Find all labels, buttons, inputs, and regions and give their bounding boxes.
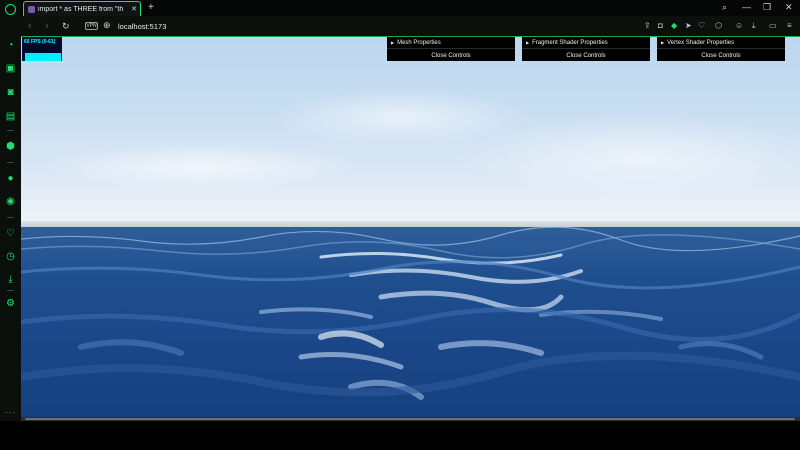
minimize-icon[interactable]: — [742, 2, 751, 12]
camera-icon[interactable]: ◘ [658, 21, 663, 30]
sidebar: ◔ ▣ ◙ ▤ ⬢ ● ◉ ♡ ◷ ⤓ ⚙ [0, 0, 21, 421]
gui-folder-mesh[interactable]: ▶ Mesh Properties [387, 37, 515, 49]
reload-icon[interactable]: ↻ [62, 21, 70, 32]
caret-right-icon: ▶ [526, 40, 530, 45]
back-icon[interactable]: ‹ [28, 20, 32, 32]
send-icon[interactable]: ➤ [685, 21, 692, 30]
ocean-surface [21, 227, 800, 421]
browser-window: ◔ ▣ ◙ ▤ ⬢ ● ◉ ♡ ◷ ⤓ ⚙ ··· import * as TH… [0, 0, 800, 450]
close-controls-button[interactable]: Close Controls [657, 50, 785, 61]
gui-panel-vertex-shader: ▶ Vertex Shader Properties Close Controls [657, 37, 785, 61]
history-icon[interactable]: ◷ [4, 250, 17, 263]
tab-close-icon[interactable]: ✕ [131, 5, 137, 13]
close-controls-button[interactable]: Close Controls [522, 50, 650, 61]
fps-label: 60 FPS (0-61) [24, 39, 56, 45]
bottom-band [0, 421, 800, 450]
site-info-icon[interactable]: ⊕ [103, 20, 111, 31]
active-tab[interactable]: import * as THREE from "th ✕ [23, 1, 141, 16]
heart-outline-icon[interactable]: ♡ [698, 21, 705, 30]
webgl-canvas[interactable]: 60 FPS (0-61) ▶ Mesh Properties Close Con… [21, 37, 800, 421]
tab-strip: import * as THREE from "th ✕ + ⌕ — ❐ ✕ [21, 0, 800, 16]
close-window-icon[interactable]: ✕ [785, 2, 793, 13]
discord-icon[interactable]: ◉ [4, 195, 17, 208]
gui-folder-title: Fragment Shader Properties [532, 39, 608, 46]
gui-folder-vertex-shader[interactable]: ▶ Vertex Shader Properties [657, 37, 785, 49]
easy-setup-icon[interactable]: ≡ [787, 21, 792, 30]
address-bar-row: ‹ › ↻ VPN ⊕ localhost:5173 ⇪ ◘ ◆ ➤ ♡ ⬡ ☺… [21, 16, 800, 37]
player-icon[interactable]: ▤ [4, 110, 17, 123]
vpn-badge[interactable]: VPN [85, 22, 98, 30]
more-icon[interactable]: ··· [5, 408, 16, 417]
url-field[interactable]: localhost:5173 [118, 22, 166, 31]
settings-icon[interactable]: ⚙ [4, 297, 17, 310]
opera-gx-logo-icon[interactable] [5, 4, 16, 15]
search-tabs-icon[interactable]: ⌕ [722, 2, 727, 13]
tab-favicon-icon [28, 5, 35, 13]
fps-stats-panel[interactable]: 60 FPS (0-61) [22, 37, 62, 61]
scrollbar-thumb[interactable] [25, 418, 795, 420]
sidebar-divider [7, 217, 14, 218]
sidebar-divider [7, 162, 14, 163]
downloads-icon[interactable]: ⤓ [752, 21, 756, 31]
twitch-icon[interactable]: ◙ [4, 86, 17, 99]
gui-panel-fragment-shader: ▶ Fragment Shader Properties Close Contro… [522, 37, 650, 61]
gui-folder-title: Mesh Properties [397, 39, 441, 46]
chatgpt-icon[interactable]: ⬢ [4, 140, 17, 153]
heart-icon[interactable]: ♡ [4, 227, 17, 240]
forward-icon[interactable]: › [45, 20, 49, 32]
caret-right-icon: ▶ [391, 40, 395, 45]
gui-folder-fragment-shader[interactable]: ▶ Fragment Shader Properties [522, 37, 650, 49]
profile-icon[interactable]: ☺ [735, 21, 743, 30]
sky-background [21, 37, 800, 221]
extensions-cube-icon[interactable]: ⬡ [715, 21, 722, 30]
adblock-shield-icon[interactable]: ◆ [671, 21, 677, 30]
messenger-icon[interactable]: ● [4, 172, 17, 185]
battery-icon[interactable]: ▭ [769, 21, 777, 30]
caret-right-icon: ▶ [661, 40, 665, 45]
sidebar-divider [7, 290, 14, 291]
new-tab-icon[interactable]: + [148, 2, 154, 13]
tab-title: import * as THREE from "th [38, 5, 124, 13]
restore-icon[interactable]: ❐ [763, 2, 771, 13]
share-icon[interactable]: ⇪ [644, 21, 651, 30]
download-icon[interactable]: ⤓ [4, 273, 17, 286]
speed-dial-icon[interactable]: ◔ [4, 39, 17, 52]
close-controls-button[interactable]: Close Controls [387, 50, 515, 61]
sidebar-divider [7, 130, 14, 131]
gui-panel-mesh: ▶ Mesh Properties Close Controls [387, 37, 515, 61]
gui-folder-title: Vertex Shader Properties [667, 39, 735, 46]
fps-graph [25, 53, 61, 61]
shopping-bag-icon[interactable]: ▣ [4, 62, 17, 75]
